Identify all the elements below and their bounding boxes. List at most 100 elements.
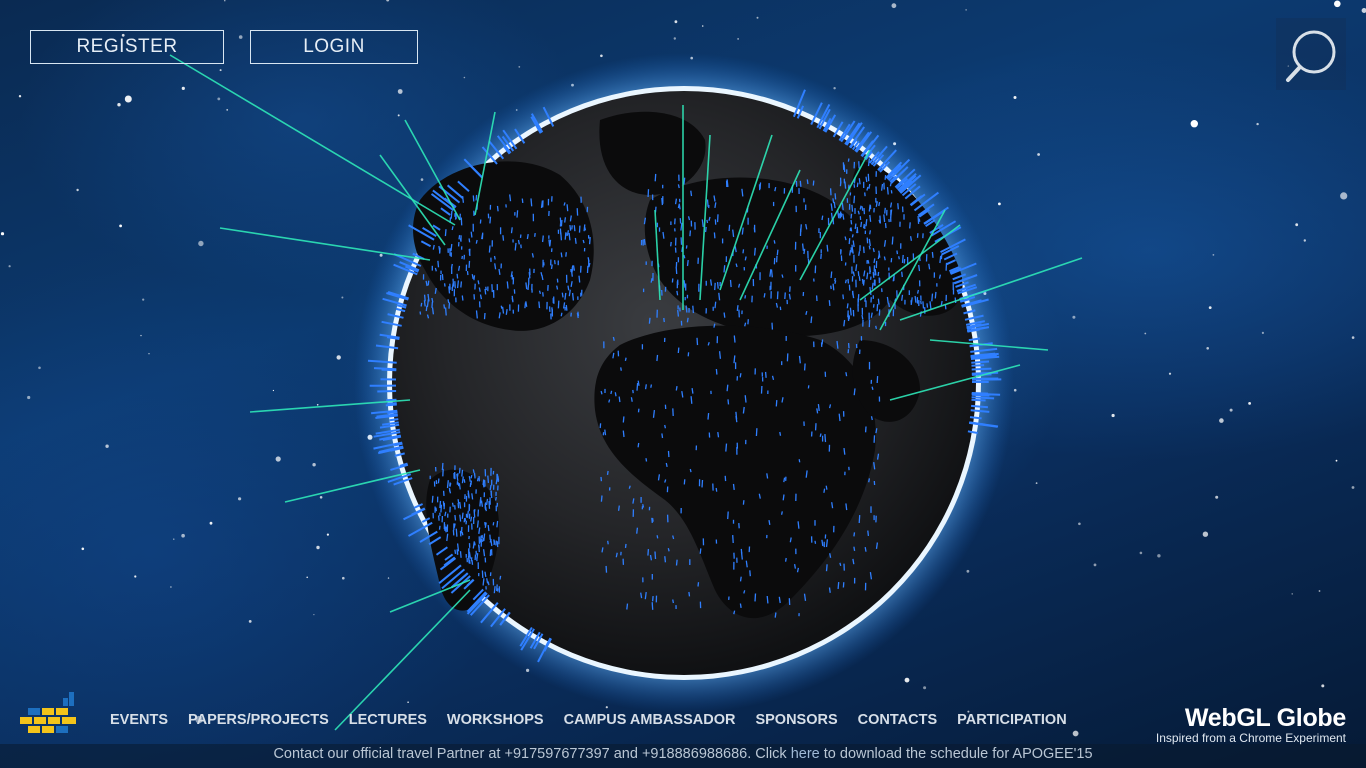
data-dot [816,408,819,414]
data-dot [781,274,784,278]
data-dot [797,521,800,529]
data-dot [876,453,880,460]
data-dot [608,399,611,403]
data-dot [484,571,487,577]
data-dot [442,501,445,507]
data-dot [550,264,553,270]
data-dot [480,500,484,507]
data-dot [538,290,542,294]
data-dot [475,310,478,319]
data-dot [824,434,827,443]
data-dot [434,287,437,294]
data-dot [620,367,622,371]
data-dot [489,216,492,224]
webgl-globe-scene[interactable]: REGISTER LOGIN EVENTS PAPERS/PROJECTS LE… [0,0,1366,768]
data-dot [651,602,654,610]
data-dot [744,256,747,261]
data-dot [617,505,620,511]
data-dot [779,431,782,436]
data-dot [909,236,913,241]
data-dot [542,292,544,297]
data-dot [749,570,751,577]
data-dot [476,477,479,482]
nav-item-sponsors[interactable]: SPONSORS [745,712,847,728]
data-dot [850,227,853,232]
data-dot [701,219,704,227]
data-dot [564,292,567,300]
data-dot [866,272,869,280]
data-dot [470,231,473,238]
data-dot [648,317,651,324]
nav-item-participation[interactable]: PARTICIPATION [947,712,1077,728]
data-dot [459,551,462,558]
data-dot [561,292,564,298]
data-dot [471,559,474,565]
schedule-download-link[interactable]: here [791,746,820,762]
data-dot [456,280,460,289]
data-dot [728,224,731,231]
data-dot [479,294,483,300]
data-dot [431,307,435,315]
data-dot [828,587,831,593]
data-dot [834,277,836,282]
data-dot [568,232,571,241]
globe[interactable] [0,0,1366,768]
nav-item-papers-projects[interactable]: PAPERS/PROJECTS [178,712,339,728]
data-dot [573,225,576,232]
data-dot [637,442,640,448]
data-dot [867,530,870,536]
data-dot [656,535,659,539]
data-dot [769,269,772,277]
data-dot [420,302,423,307]
data-dot [560,312,563,317]
register-button[interactable]: REGISTER [30,30,224,64]
data-dot [686,317,689,323]
data-dot [732,535,734,544]
nav-item-lectures[interactable]: LECTURES [339,712,437,728]
data-dot [806,179,809,185]
data-dot [461,531,464,536]
data-dot [677,347,680,354]
data-dot [452,278,455,287]
data-dot [868,478,871,483]
data-dot [821,539,824,547]
data-dot [742,249,745,254]
data-dot [903,258,906,264]
data-dot [875,428,878,434]
data-dot [825,485,828,490]
data-dot [861,314,864,320]
data-dot [858,515,861,524]
nav-item-workshops[interactable]: WORKSHOPS [437,712,554,728]
data-dot [675,559,678,566]
data-dot [706,199,709,207]
data-dot [644,592,647,600]
data-dot [843,319,846,327]
apogee-logo-icon[interactable] [20,690,78,740]
data-dot [784,557,787,562]
login-button[interactable]: LOGIN [250,30,418,64]
data-dot [461,255,464,260]
data-dot [488,501,491,509]
nav-item-contacts[interactable]: CONTACTS [848,712,947,728]
nav-item-events[interactable]: EVENTS [100,712,178,728]
data-dot [796,567,800,573]
data-dot [439,500,442,509]
data-dot [706,219,709,224]
data-dot [614,392,617,397]
data-dot [857,210,860,215]
data-dot [481,233,484,240]
data-dot [441,274,444,281]
data-dot [600,495,603,502]
data-dot [864,546,867,552]
data-dot [510,227,513,234]
data-dot [849,307,852,316]
data-dot [661,433,664,439]
data-dot [713,323,716,328]
data-dot [499,575,502,580]
data-dot [883,256,886,261]
search-button[interactable] [1276,18,1346,90]
data-dot [780,511,783,515]
data-dot [774,612,777,618]
nav-item-campus-ambassador[interactable]: CAMPUS AMBASSADOR [554,712,746,728]
data-dot [473,472,476,479]
